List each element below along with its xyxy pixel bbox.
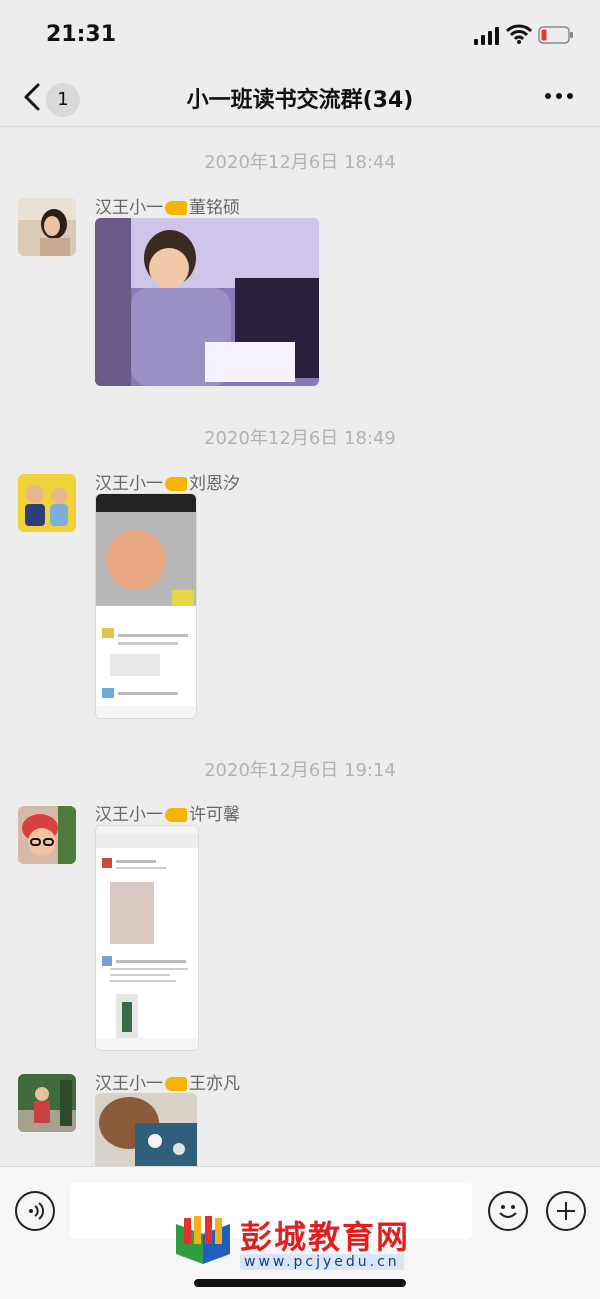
sender-group-label: 汉王小一 <box>95 805 163 825</box>
wifi-icon <box>506 24 532 44</box>
avatar[interactable] <box>18 474 76 532</box>
home-indicator[interactable] <box>194 1279 406 1287</box>
sender-group-label: 汉王小一 <box>95 198 163 218</box>
more-actions-button[interactable] <box>546 1191 586 1231</box>
sender-name: 王亦凡 <box>189 1074 240 1094</box>
emoji-button[interactable] <box>488 1191 528 1231</box>
book-logo-icon <box>176 1216 230 1264</box>
message-sender: 汉王小一 刘恩汐 <box>95 469 240 494</box>
watermark-name: 彭城教育网 <box>240 1218 411 1256</box>
sender-name: 董铭硕 <box>189 198 240 218</box>
message-timestamp: 2020年12月6日 18:44 <box>204 152 396 173</box>
message-sender: 汉王小一 王亦凡 <box>95 1069 240 1094</box>
message-timestamp: 2020年12月6日 18:49 <box>204 428 396 449</box>
battery-icon <box>538 26 573 44</box>
screenshot-message[interactable] <box>95 493 197 719</box>
status-bar: 21:31 <box>0 0 600 70</box>
avatar[interactable] <box>18 1074 76 1132</box>
pointing-hand-icon <box>165 808 187 822</box>
pointing-hand-icon <box>165 201 187 215</box>
sender-group-label: 汉王小一 <box>95 474 163 494</box>
status-time: 21:31 <box>46 22 117 47</box>
message-timestamp: 2020年12月6日 19:14 <box>204 760 396 781</box>
pointing-hand-icon <box>165 477 187 491</box>
photo-message[interactable] <box>95 218 319 386</box>
nav-bar: 1 小一班读书交流群(34) <box>0 70 600 127</box>
site-watermark: 彭城教育网 www.pcjyedu.cn <box>172 1212 434 1280</box>
plus-icon <box>557 1202 575 1220</box>
photo-message[interactable] <box>95 1093 197 1166</box>
avatar[interactable] <box>18 806 76 864</box>
voice-button[interactable] <box>15 1191 55 1231</box>
more-dots-icon[interactable] <box>544 86 574 106</box>
emoji-icon <box>499 1205 517 1218</box>
voice-icon <box>29 1202 44 1220</box>
message-sender: 汉王小一 许可馨 <box>95 800 240 825</box>
sender-name: 许可馨 <box>189 805 240 825</box>
chat-title: 小一班读书交流群(34) <box>186 88 414 113</box>
sender-name: 刘恩汐 <box>189 474 240 494</box>
cellular-signal-icon <box>474 27 499 45</box>
avatar[interactable] <box>18 198 76 256</box>
sender-group-label: 汉王小一 <box>95 1074 163 1094</box>
message-sender: 汉王小一 董铭硕 <box>95 193 240 218</box>
pointing-hand-icon <box>165 1077 187 1091</box>
screenshot-message[interactable] <box>95 825 199 1051</box>
watermark-url: www.pcjyedu.cn <box>240 1254 404 1270</box>
